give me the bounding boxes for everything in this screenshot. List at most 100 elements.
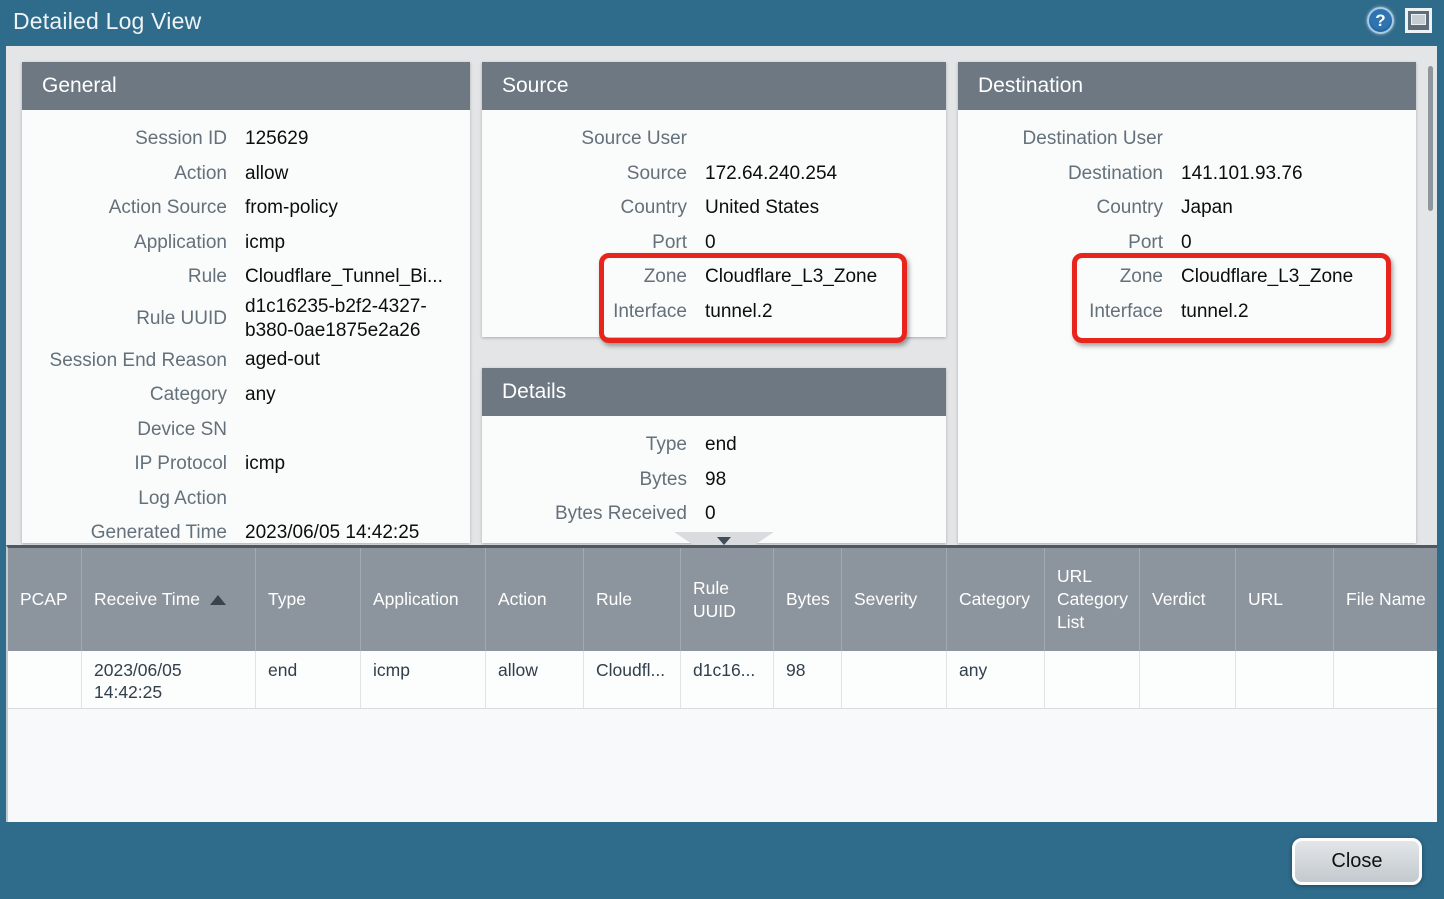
field-label-category: Category [22, 383, 227, 407]
field-value-country: Japan [1181, 196, 1406, 220]
field-row-session-id: Session ID125629 [22, 122, 470, 157]
panel-general-title: General [22, 62, 470, 110]
dialog-content: General Session ID125629ActionallowActio… [6, 46, 1437, 822]
field-row-port: Port0 [482, 226, 946, 261]
panel-details: Details TypeendBytes98Bytes Received0 [482, 368, 946, 543]
field-row-bytes: Bytes 98 [482, 463, 946, 498]
cell-category: any [947, 651, 1045, 708]
panel-destination-title: Destination [958, 62, 1416, 110]
log-table-row[interactable]: 2023/06/05 14:42:25endicmpallowCloudfl..… [8, 651, 1437, 709]
panel-source-title: Source [482, 62, 946, 110]
field-row-log-action: Log Action [22, 481, 470, 516]
field-row-generated-time: Generated Time 2023/06/05 14:42:25 [22, 516, 470, 543]
dialog-titlebar: Detailed Log View ? [0, 0, 1444, 46]
column-header-label: PCAP [20, 588, 68, 611]
field-row-bytes-received: Bytes Received0 [482, 497, 946, 532]
field-value-destination: 141.101.93.76 [1181, 162, 1406, 186]
cell-url-category-list [1045, 651, 1140, 708]
field-value-interface: tunnel.2 [705, 300, 936, 324]
field-row-zone: ZoneCloudflare_L3_Zone [958, 260, 1416, 295]
cell-rule-uuid: d1c16... [681, 651, 774, 708]
column-header-rule[interactable]: Rule [584, 548, 681, 651]
field-label-action: Action [22, 162, 227, 186]
chevron-down-icon [717, 537, 731, 545]
field-row-ip-protocol: IP Protocolicmp [22, 447, 470, 482]
field-label-interface: Interface [958, 300, 1163, 324]
column-header-label: URL [1248, 588, 1283, 611]
field-value-generated-time: 2023/06/05 14:42:25 [245, 521, 460, 543]
field-label-destination-user: Destination User [958, 127, 1163, 151]
window-icon[interactable] [1405, 8, 1432, 33]
field-row-rule: RuleCloudflare_Tunnel_Bi... [22, 260, 470, 295]
field-label-bytes-received: Bytes Received [482, 502, 687, 526]
column-header-label: Action [498, 588, 547, 611]
field-label-rule-uuid: Rule UUID [22, 307, 227, 331]
column-header-action[interactable]: Action [486, 548, 584, 651]
cell-severity [842, 651, 947, 708]
column-header-file-name[interactable]: File Name [1334, 548, 1437, 651]
field-label-country: Country [482, 196, 687, 220]
field-label-ip-protocol: IP Protocol [22, 452, 227, 476]
cell-application: icmp [361, 651, 486, 708]
help-icon[interactable]: ? [1367, 7, 1394, 34]
field-label-application: Application [22, 231, 227, 255]
cell-verdict [1140, 651, 1236, 708]
field-value-action-source: from-policy [245, 196, 460, 220]
vertical-scrollbar-thumb[interactable] [1428, 66, 1433, 211]
field-value-rule-uuid: d1c16235-b2f2-4327-b380-0ae1875e2a26 [245, 295, 460, 344]
column-header-url[interactable]: URL [1236, 548, 1334, 651]
column-header-application[interactable]: Application [361, 548, 486, 651]
column-header-severity[interactable]: Severity [842, 548, 947, 651]
column-header-url-category-list[interactable]: URL Category List [1045, 548, 1140, 651]
sort-ascending-icon [210, 595, 226, 605]
log-table: PCAP Receive Time Type Application Action Rul… [6, 545, 1437, 822]
field-label-source-user: Source User [482, 127, 687, 151]
column-header-rule-uuid[interactable]: Rule UUID [681, 548, 774, 651]
column-header-pcap[interactable]: PCAP [8, 548, 82, 651]
cell-bytes: 98 [774, 651, 842, 708]
panel-destination-body: Destination UserDestination141.101.93.76… [958, 110, 1416, 543]
panel-source-body: Source UserSource172.64.240.254CountryUn… [482, 110, 946, 337]
field-label-port: Port [958, 231, 1163, 255]
field-row-source-user: Source User [482, 122, 946, 157]
field-row-port: Port0 [958, 226, 1416, 261]
field-row-action: Actionallow [22, 157, 470, 192]
column-header-label: URL Category List [1057, 565, 1131, 633]
field-row-country: Country Japan [958, 191, 1416, 226]
column-header-verdict[interactable]: Verdict [1140, 548, 1236, 651]
column-header-label: Rule UUID [693, 577, 765, 623]
field-label-generated-time: Generated Time [22, 521, 227, 543]
field-value-type: end [705, 433, 936, 457]
window-icon-glyph [1411, 14, 1426, 25]
column-header-label: Application [373, 588, 459, 611]
field-label-device-sn: Device SN [22, 418, 227, 442]
field-value-zone: Cloudflare_L3_Zone [1181, 265, 1406, 289]
panel-source: Source Source UserSource172.64.240.254Co… [482, 62, 946, 337]
field-value-bytes: 98 [705, 468, 936, 492]
panel-destination: Destination Destination UserDestination1… [958, 62, 1416, 543]
field-label-bytes: Bytes [482, 468, 687, 492]
close-button[interactable]: Close [1292, 838, 1422, 885]
field-label-session-end-reason: Session End Reason [22, 349, 227, 373]
column-header-label: Severity [854, 588, 917, 611]
field-value-source: 172.64.240.254 [705, 162, 936, 186]
column-header-label: Bytes [786, 588, 830, 611]
field-label-rule: Rule [22, 265, 227, 289]
column-header-type[interactable]: Type [256, 548, 361, 651]
column-header-category[interactable]: Category [947, 548, 1045, 651]
field-label-zone: Zone [482, 265, 687, 289]
field-row-session-end-reason: Session End Reasonaged-out [22, 343, 470, 378]
field-label-type: Type [482, 433, 687, 457]
cell-pcap [8, 651, 82, 708]
column-header-bytes[interactable]: Bytes [774, 548, 842, 651]
field-label-port: Port [482, 231, 687, 255]
column-header-receive-time[interactable]: Receive Time [82, 548, 256, 651]
field-value-interface: tunnel.2 [1181, 300, 1406, 324]
field-row-rule-uuid: Rule UUID d1c16235-b2f2-4327-b380-0ae1875… [22, 295, 470, 344]
column-header-label: Receive Time [94, 588, 200, 611]
field-label-log-action: Log Action [22, 487, 227, 511]
column-header-label: Type [268, 588, 306, 611]
column-header-label: Category [959, 588, 1030, 611]
field-label-interface: Interface [482, 300, 687, 324]
field-label-country: Country [958, 196, 1163, 220]
